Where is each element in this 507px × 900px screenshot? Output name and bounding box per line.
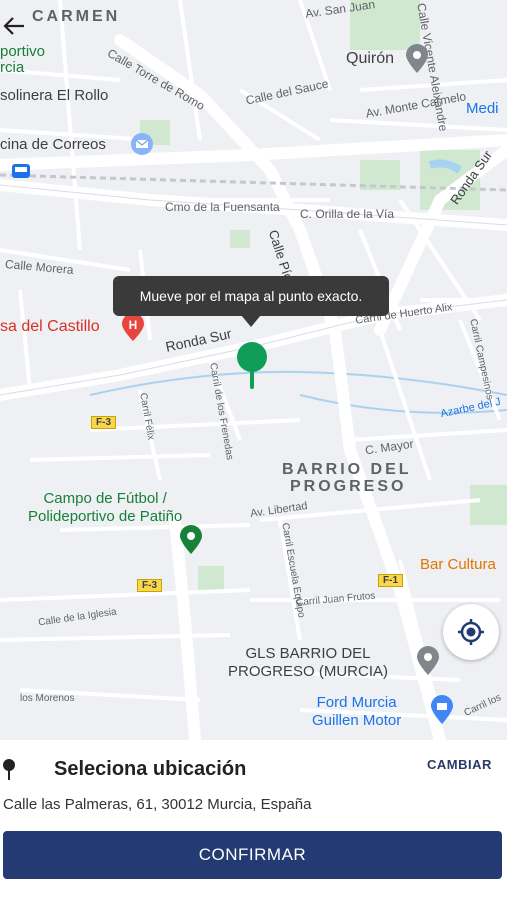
svg-text:H: H xyxy=(129,318,138,332)
poi-label[interactable]: Bar Cultura xyxy=(420,556,496,573)
crosshair-icon xyxy=(458,619,484,645)
panel-title: Seleciona ubicación xyxy=(54,758,247,780)
street-label: Cmo de la Fuensanta xyxy=(165,200,280,214)
location-panel: Seleciona ubicación CAMBIAR Calle las Pa… xyxy=(0,740,507,900)
place-pin-icon[interactable] xyxy=(414,645,442,677)
transit-icon[interactable] xyxy=(0,162,32,180)
hotel-pin-icon[interactable]: H xyxy=(120,313,146,343)
sports-pin-icon[interactable] xyxy=(177,524,205,556)
mail-icon[interactable] xyxy=(130,132,154,156)
poi-label[interactable]: sa del Castillo xyxy=(0,318,100,336)
shop-pin-icon[interactable] xyxy=(428,694,456,726)
address-text: Calle las Palmeras, 61, 30012 Murcia, Es… xyxy=(3,796,312,813)
street-label: C. Orilla de la Vía xyxy=(300,207,395,221)
hospital-pin-icon[interactable] xyxy=(403,43,431,75)
poi-label[interactable]: solinera El Rollo xyxy=(0,87,108,104)
road-shield: F-1 xyxy=(378,574,403,587)
street-label: los Morenos xyxy=(20,693,75,704)
confirm-button[interactable]: CONFIRMAR xyxy=(3,831,502,879)
poi-label[interactable]: GLS BARRIO DEL PROGRESO (MURCIA) xyxy=(228,645,388,681)
change-button[interactable]: CAMBIAR xyxy=(427,757,492,772)
poi-label[interactable]: Medi xyxy=(466,100,499,118)
poi-label[interactable]: Ford Murcia Guillen Motor xyxy=(312,694,401,730)
area-label-carmen: CARMEN xyxy=(32,8,121,25)
area-label-barrio-line1: BARRIO DEL xyxy=(282,461,412,478)
my-location-button[interactable] xyxy=(443,604,499,660)
map-hint-tooltip: Mueve por el mapa al punto exacto. xyxy=(113,276,389,316)
map-view[interactable]: CARMEN BARRIO DEL PROGRESO Calle Torre d… xyxy=(0,0,507,740)
road-shield: F-3 xyxy=(137,579,162,592)
tooltip-tail xyxy=(241,315,261,327)
road-shield: F-3 xyxy=(91,416,116,429)
poi-label[interactable]: cina de Correos xyxy=(0,136,106,153)
back-arrow-icon[interactable] xyxy=(2,14,28,38)
poi-label[interactable]: Quirón xyxy=(346,50,394,68)
poi-label[interactable]: Campo de Fútbol / Polideportivo de Patiño xyxy=(28,490,182,526)
location-pin-icon[interactable] xyxy=(232,341,272,389)
pin-icon xyxy=(3,759,15,780)
area-label-barrio-line2: PROGRESO xyxy=(290,478,407,495)
poi-label[interactable]: portivo rcia xyxy=(0,44,45,76)
